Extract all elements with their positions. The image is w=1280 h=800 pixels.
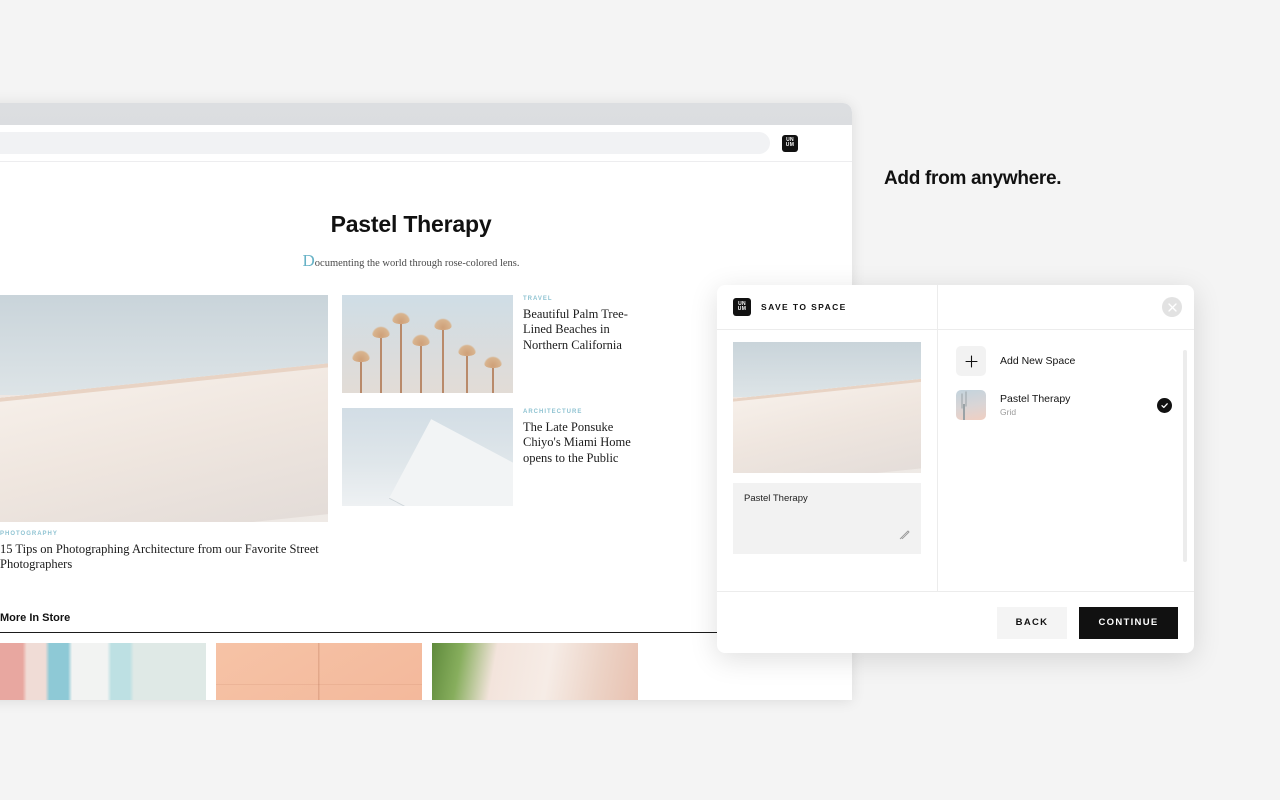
hero-headline[interactable]: 15 Tips on Photographing Architecture fr… (0, 542, 328, 573)
hero-image[interactable] (0, 295, 328, 522)
article-thumbnail[interactable] (342, 408, 513, 506)
unum-logo-icon: UN UM (733, 298, 751, 316)
back-button[interactable]: BACK (997, 606, 1067, 639)
featured-articles: PHOTOGRAPHY 15 Tips on Photographing Arc… (0, 295, 822, 573)
save-to-space-modal: UN UM SAVE TO SPACE Pastel Therapy Add N… (717, 285, 1194, 653)
side-articles: TRAVEL Beautiful Palm Tree-Lined Beaches… (342, 295, 638, 573)
browser-toolbar: UN UM (0, 125, 852, 162)
modal-title: SAVE TO SPACE (761, 302, 847, 312)
space-layout-label: Grid (1000, 407, 1017, 417)
space-label: Add New Space (1000, 355, 1076, 367)
subtitle-dropcap: D (302, 251, 315, 270)
page-title: Pastel Therapy (330, 211, 492, 237)
continue-button[interactable]: CONTINUE (1079, 606, 1178, 639)
check-icon[interactable] (1157, 397, 1172, 413)
unum-logo-bottom: UM (785, 142, 795, 148)
list-item[interactable]: ARCHITECTURE The Late Ponsuke Chiyo's Mi… (342, 408, 638, 506)
preview-panel: Pastel Therapy (717, 330, 938, 591)
article-category[interactable]: ARCHITECTURE (523, 409, 638, 415)
store-card[interactable] (216, 642, 422, 700)
caption-field[interactable]: Pastel Therapy (733, 483, 921, 554)
screen: UN UM Pastel Therapy Documenting the wor… (0, 0, 1280, 800)
modal-body: Pastel Therapy Add New Space Pastel Ther… (717, 330, 1194, 591)
page-subtitle: Documenting the world through rose-color… (0, 251, 822, 271)
caption-value: Pastel Therapy (744, 493, 808, 504)
spaces-scrollbar[interactable] (1183, 350, 1187, 562)
pencil-icon[interactable] (898, 528, 911, 546)
store-card[interactable] (432, 642, 638, 700)
article-category[interactable]: TRAVEL (523, 296, 638, 302)
close-icon[interactable] (1162, 297, 1182, 317)
list-item[interactable]: TRAVEL Beautiful Palm Tree-Lined Beaches… (342, 295, 638, 393)
modal-header: UN UM SAVE TO SPACE (717, 285, 1194, 330)
subtitle-text: ocumenting the world through rose-colore… (314, 258, 520, 269)
browser-tab-bar[interactable] (0, 103, 852, 125)
space-item-pastel-therapy[interactable]: Pastel Therapy Grid (956, 386, 1194, 424)
article-thumbnail[interactable] (342, 295, 513, 393)
hero-article[interactable]: PHOTOGRAPHY 15 Tips on Photographing Arc… (0, 295, 328, 573)
unum-logo-bottom: UM (737, 306, 747, 312)
space-thumbnail (956, 390, 986, 420)
divider (0, 631, 822, 633)
preview-image (733, 342, 921, 473)
plus-icon (956, 346, 986, 376)
space-label: Pastel Therapy (1000, 393, 1071, 405)
hero-category[interactable]: PHOTOGRAPHY (0, 531, 328, 537)
more-in-store-grid (0, 642, 822, 700)
promo-headline: Add from anywhere. (884, 168, 1062, 189)
address-bar-input[interactable] (0, 132, 770, 154)
add-new-space-button[interactable]: Add New Space (956, 342, 1194, 380)
article-headline[interactable]: Beautiful Palm Tree-Lined Beaches in Nor… (523, 307, 638, 353)
unum-extension-icon[interactable]: UN UM (782, 134, 798, 152)
more-in-store-heading: More In Store (0, 611, 71, 624)
spaces-panel: Add New Space Pastel Therapy Grid (938, 330, 1194, 591)
modal-footer: BACK CONTINUE (717, 591, 1194, 653)
modal-header-brand: UN UM SAVE TO SPACE (717, 285, 938, 329)
store-card[interactable] (0, 642, 206, 700)
article-headline[interactable]: The Late Ponsuke Chiyo's Miami Home open… (523, 420, 638, 466)
